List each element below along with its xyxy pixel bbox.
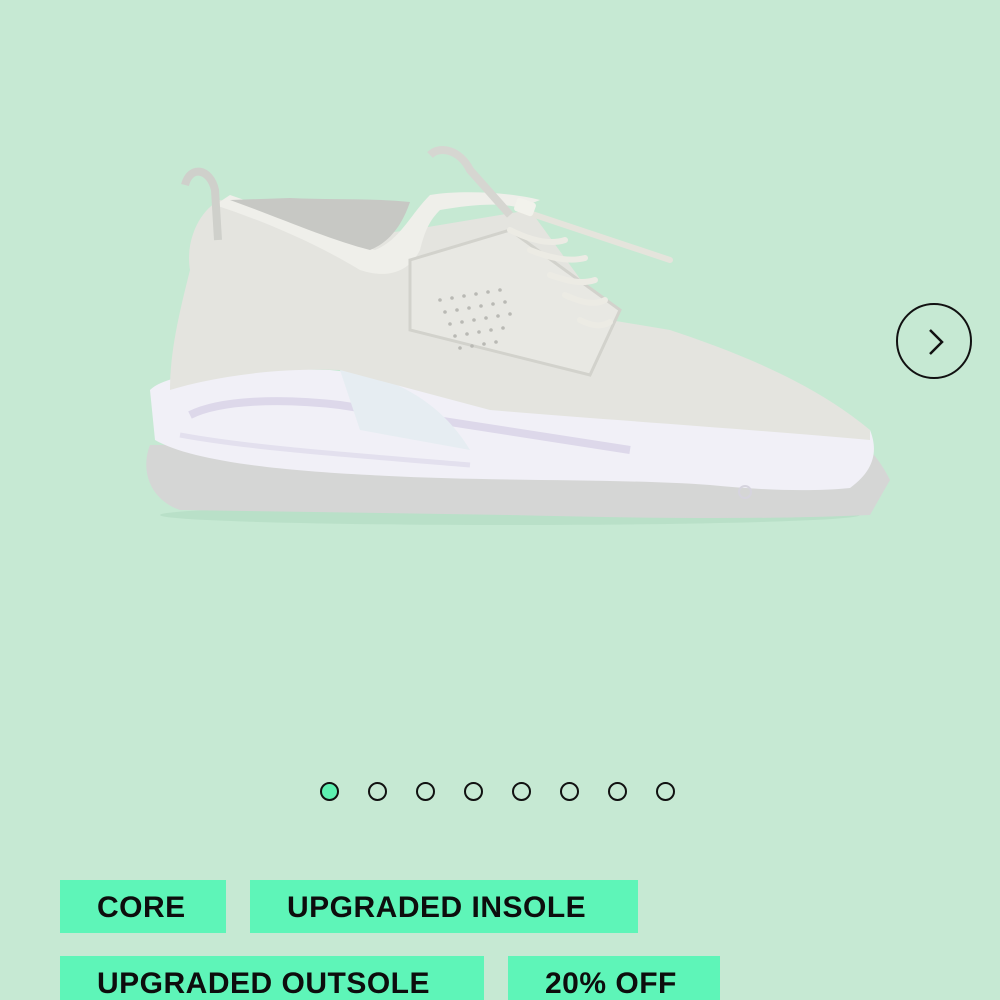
chevron-right-icon [929, 329, 944, 355]
carousel-pagination [320, 782, 675, 801]
badge-upgraded-insole: UPGRADED INSOLE [250, 880, 638, 933]
carousel-dot[interactable] [416, 782, 435, 801]
next-slide-button[interactable] [896, 303, 972, 379]
product-image[interactable] [110, 130, 900, 550]
badge-discount: 20% OFF [508, 956, 720, 1000]
carousel-dot[interactable] [656, 782, 675, 801]
badge-core: CORE [60, 880, 226, 933]
carousel-dot[interactable] [368, 782, 387, 801]
carousel-dot[interactable] [320, 782, 339, 801]
carousel-dot[interactable] [608, 782, 627, 801]
carousel-dot[interactable] [464, 782, 483, 801]
product-gallery: CORE UPGRADED INSOLE UPGRADED OUTSOLE 20… [0, 0, 1000, 1000]
carousel-dot[interactable] [512, 782, 531, 801]
carousel-dot[interactable] [560, 782, 579, 801]
badge-upgraded-outsole: UPGRADED OUTSOLE [60, 956, 484, 1000]
